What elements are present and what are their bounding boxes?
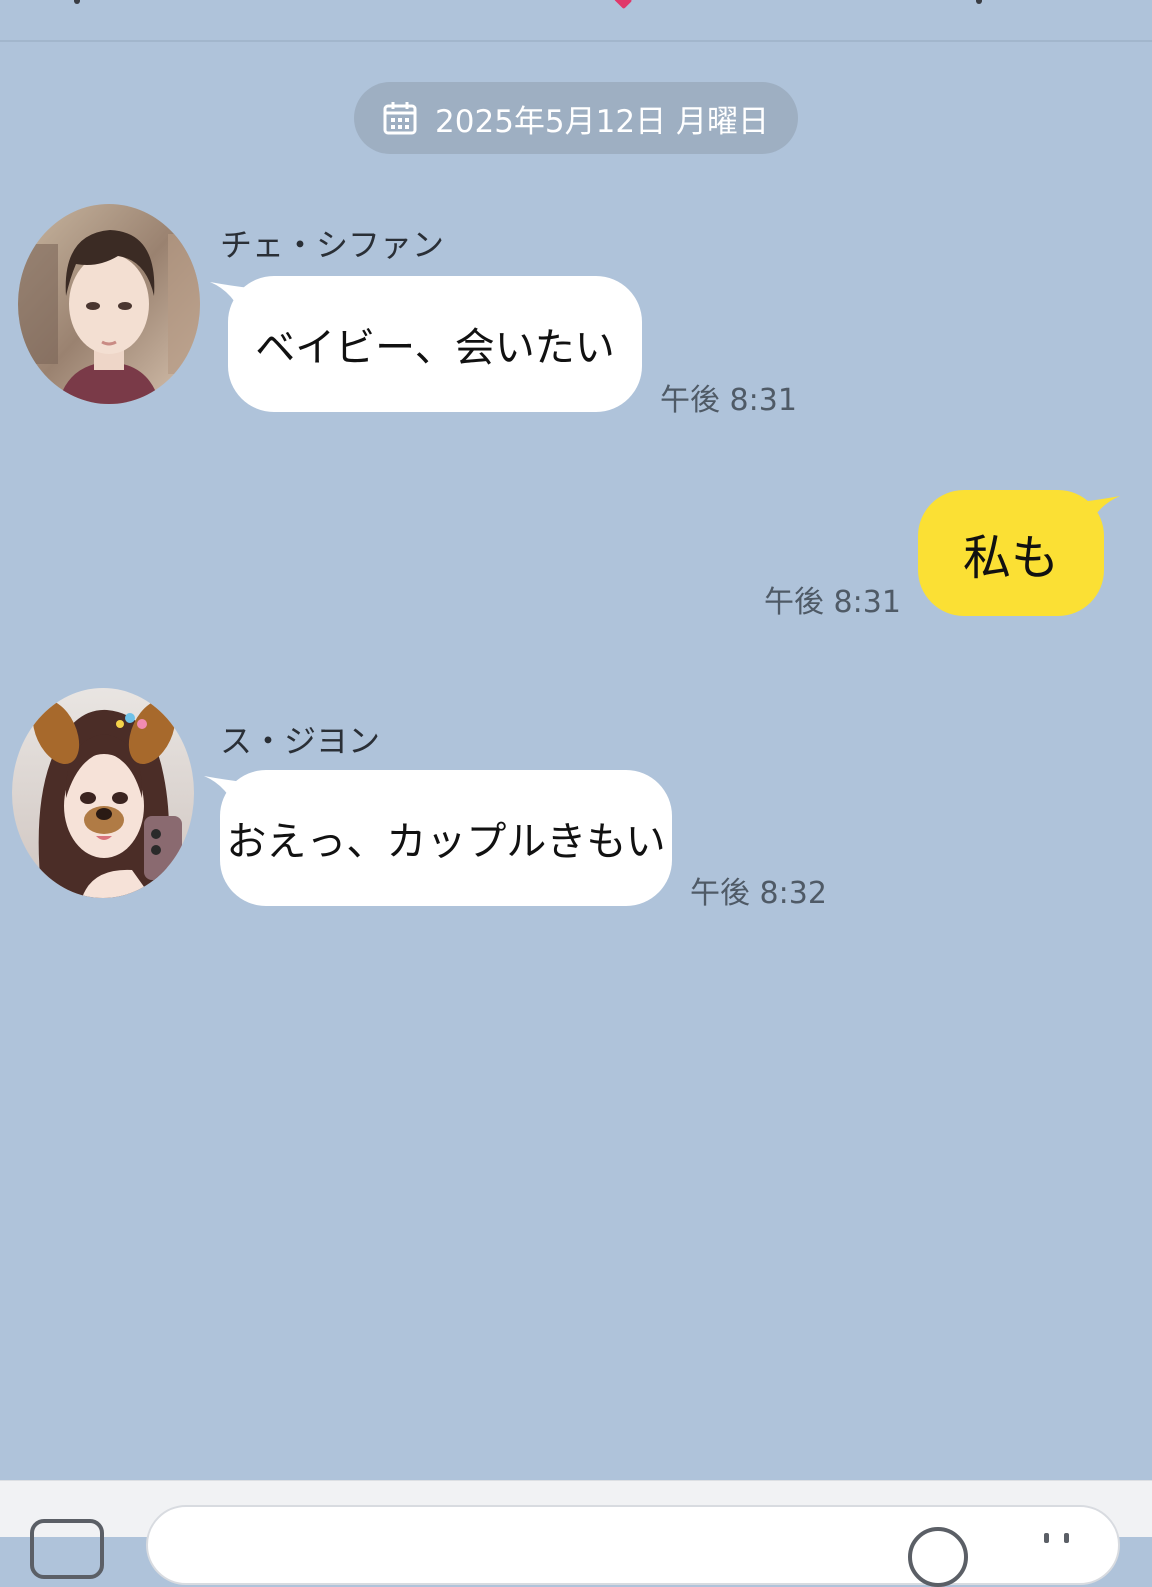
date-label: 2025年5月12日 月曜日: [435, 103, 769, 140]
message-bubble[interactable]: ベイビー、会いたい: [228, 276, 642, 412]
message-time: 午後 8:31: [764, 585, 901, 620]
avatar-female[interactable]: [12, 688, 194, 898]
message-input[interactable]: [146, 1505, 1120, 1585]
message-time: 午後 8:31: [660, 383, 797, 418]
calendar-icon: [383, 102, 417, 135]
menu-icon[interactable]: [976, 0, 982, 4]
heart-icon: [613, 0, 633, 10]
avatar-female-image: [12, 688, 194, 898]
chat-header: [0, 0, 1152, 42]
bubble-tail-outgoing: [1080, 496, 1120, 532]
avatar-male-image: [18, 204, 200, 404]
sender-name: ス・ジヨン: [220, 722, 381, 760]
message-text: おえっ、カップルきもい: [226, 819, 666, 865]
avatar-male[interactable]: [18, 204, 200, 404]
message-time: 午後 8:32: [690, 876, 827, 911]
message-text: 私も: [962, 530, 1059, 586]
more-icon[interactable]: [1042, 1533, 1076, 1543]
message-bubble-outgoing[interactable]: 私も: [918, 490, 1104, 616]
plus-icon[interactable]: [30, 1519, 104, 1579]
emoji-icon[interactable]: [908, 1527, 968, 1587]
sender-name: チェ・シファン: [220, 226, 445, 264]
date-divider: 2025年5月12日 月曜日: [354, 82, 798, 154]
back-icon[interactable]: [74, 0, 80, 4]
message-text: ベイビー、会いたい: [255, 325, 615, 371]
input-bar: [0, 1480, 1152, 1587]
message-bubble[interactable]: おえっ、カップルきもい: [220, 770, 672, 906]
